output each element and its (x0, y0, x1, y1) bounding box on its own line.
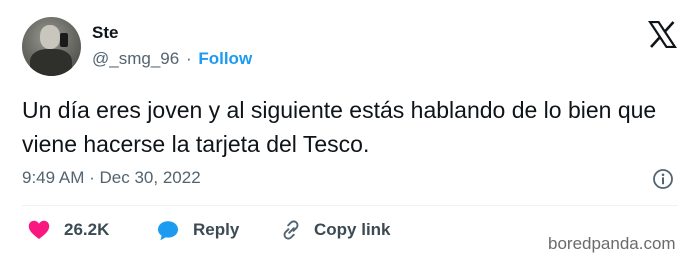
author-name[interactable]: Ste (92, 23, 118, 43)
reply-button[interactable]: Reply (157, 219, 239, 241)
author-handle[interactable]: @_smg_96 (92, 49, 179, 68)
copy-link-label: Copy link (314, 220, 391, 239)
avatar[interactable] (22, 17, 81, 76)
handle-separator: · (185, 49, 192, 68)
heart-icon (28, 220, 50, 239)
tweet-time: 9:49 AM (22, 168, 85, 187)
speech-bubble-icon (158, 220, 178, 240)
info-icon[interactable] (652, 168, 674, 190)
actions-divider (22, 205, 678, 206)
watermark: boredpanda.com (548, 234, 676, 253)
tweet-card: Ste @_smg_96 · Follow Un día eres joven … (0, 0, 700, 256)
follow-button[interactable]: Follow (198, 49, 252, 68)
author-handle-row: @_smg_96 · Follow (92, 49, 252, 69)
x-logo-icon[interactable] (648, 21, 677, 48)
avatar-body-shape (30, 49, 72, 76)
copy-link-button[interactable]: Copy link (280, 219, 391, 241)
tweet-date: Dec 30, 2022 (99, 168, 201, 187)
link-icon (283, 220, 299, 240)
tweet-timestamp[interactable]: 9:49 AM · Dec 30, 2022 (22, 167, 201, 189)
like-button[interactable]: 26.2K (28, 219, 109, 241)
avatar-head-shape (40, 25, 60, 49)
avatar-phone-shape (60, 33, 68, 47)
reply-label: Reply (193, 220, 240, 239)
like-count: 26.2K (64, 220, 110, 239)
time-separator: · (89, 168, 95, 187)
tweet-text: Un día eres joven y al siguiente estás h… (22, 97, 657, 157)
